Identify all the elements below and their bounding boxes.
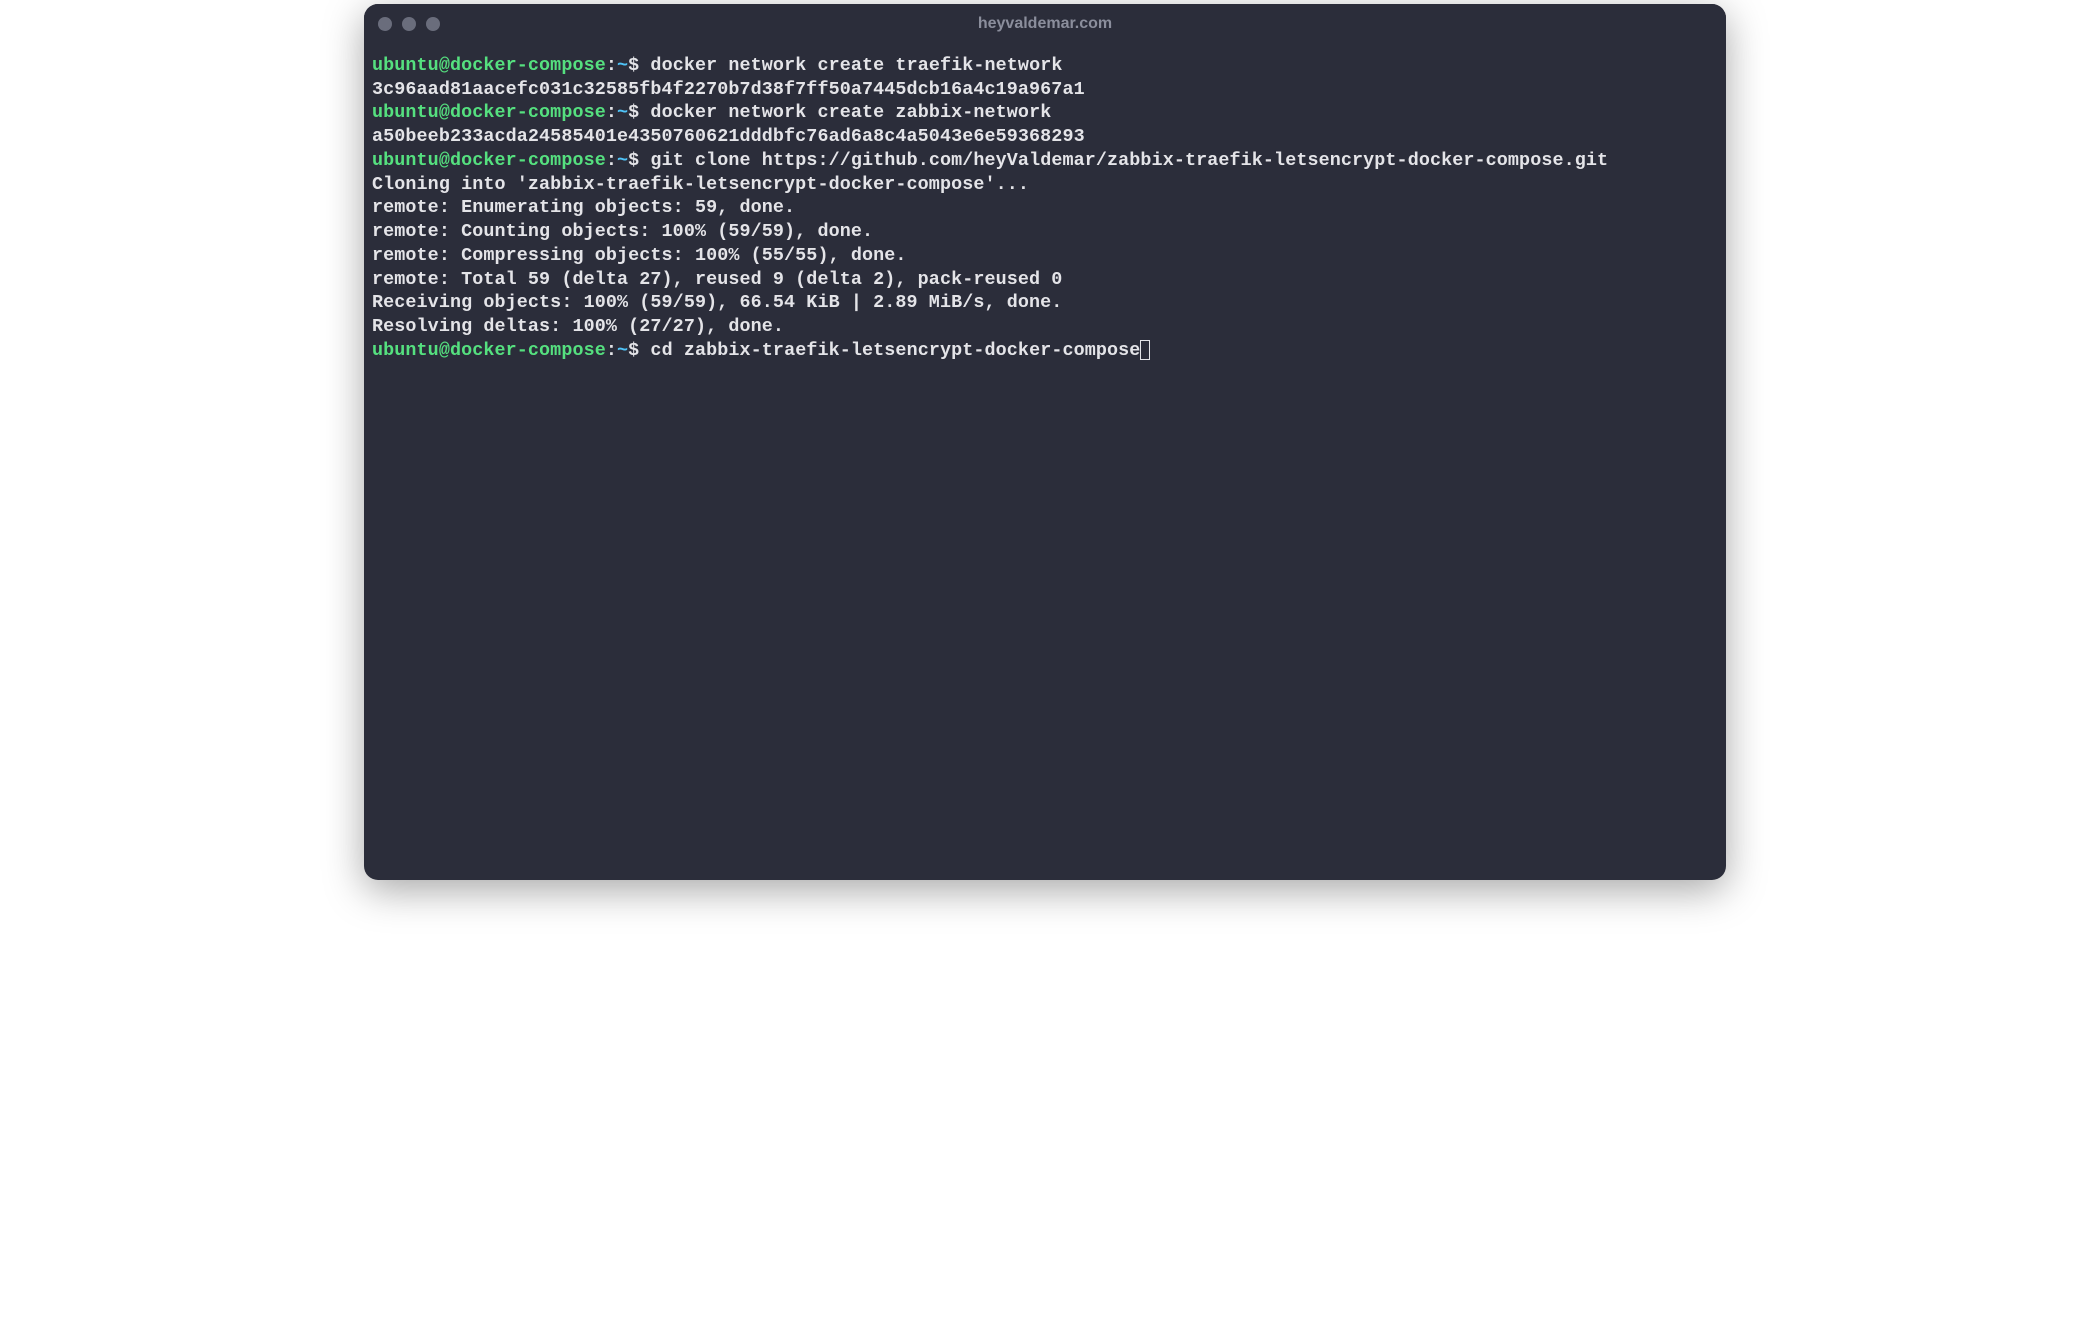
prompt-path: ~	[617, 102, 628, 123]
terminal-window: heyvaldemar.com ubuntu@docker-compose:~$…	[364, 4, 1726, 880]
output-line: remote: Compressing objects: 100% (55/55…	[372, 244, 1718, 268]
output-line: remote: Counting objects: 100% (59/59), …	[372, 220, 1718, 244]
cursor-icon	[1140, 340, 1150, 360]
prompt-path: ~	[617, 150, 628, 171]
prompt-path: ~	[617, 340, 628, 361]
command-text: docker network create traefik-network	[639, 55, 1062, 76]
output-line: remote: Total 59 (delta 27), reused 9 (d…	[372, 268, 1718, 292]
output-line: Cloning into 'zabbix-traefik-letsencrypt…	[372, 173, 1718, 197]
command-text: docker network create zabbix-network	[639, 102, 1051, 123]
output-line: a50beeb233acda24585401e4350760621dddbfc7…	[372, 125, 1718, 149]
command-text: cd zabbix-traefik-letsencrypt-docker-com…	[639, 340, 1140, 361]
close-icon[interactable]	[378, 17, 392, 31]
prompt-user-host: ubuntu@docker-compose	[372, 340, 606, 361]
output-line: Receiving objects: 100% (59/59), 66.54 K…	[372, 291, 1718, 315]
window-title: heyvaldemar.com	[978, 15, 1112, 33]
prompt-dollar: $	[628, 340, 639, 361]
title-bar: heyvaldemar.com	[364, 4, 1726, 44]
prompt-user-host: ubuntu@docker-compose	[372, 55, 606, 76]
prompt-colon: :	[606, 340, 617, 361]
prompt-line-1: ubuntu@docker-compose:~$ docker network …	[372, 54, 1718, 78]
output-line: remote: Enumerating objects: 59, done.	[372, 196, 1718, 220]
minimize-icon[interactable]	[402, 17, 416, 31]
prompt-colon: :	[606, 55, 617, 76]
prompt-user-host: ubuntu@docker-compose	[372, 102, 606, 123]
prompt-line-3: ubuntu@docker-compose:~$ git clone https…	[372, 149, 1718, 173]
prompt-line-4: ubuntu@docker-compose:~$ cd zabbix-traef…	[372, 339, 1718, 363]
maximize-icon[interactable]	[426, 17, 440, 31]
command-text: git clone https://github.com/heyValdemar…	[639, 150, 1608, 171]
prompt-dollar: $	[628, 55, 639, 76]
traffic-lights	[378, 17, 440, 31]
prompt-dollar: $	[628, 150, 639, 171]
output-line: 3c96aad81aacefc031c32585fb4f2270b7d38f7f…	[372, 78, 1718, 102]
prompt-colon: :	[606, 102, 617, 123]
terminal-body[interactable]: ubuntu@docker-compose:~$ docker network …	[364, 44, 1726, 880]
prompt-colon: :	[606, 150, 617, 171]
prompt-line-2: ubuntu@docker-compose:~$ docker network …	[372, 101, 1718, 125]
prompt-user-host: ubuntu@docker-compose	[372, 150, 606, 171]
output-line: Resolving deltas: 100% (27/27), done.	[372, 315, 1718, 339]
prompt-dollar: $	[628, 102, 639, 123]
prompt-path: ~	[617, 55, 628, 76]
